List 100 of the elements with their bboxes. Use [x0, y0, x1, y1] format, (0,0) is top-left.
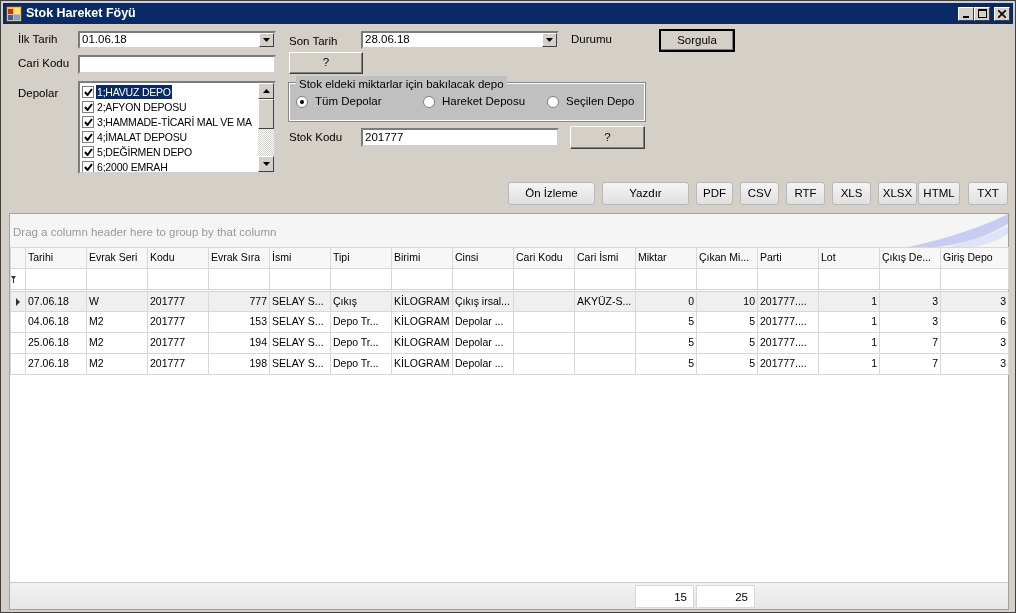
table-cell: KİLOGRAM	[394, 294, 450, 307]
column-header[interactable]: Cari Kodu	[513, 247, 575, 269]
minimize-button[interactable]	[958, 6, 974, 21]
close-icon	[998, 9, 1006, 18]
table-cell: SELAY S...	[272, 294, 324, 307]
input-field[interactable]: 201777	[361, 128, 559, 147]
list-item[interactable]: 2;AFYON DEPOSU	[96, 99, 188, 114]
table-cell: 201777	[150, 336, 186, 349]
minimize-icon	[963, 15, 969, 18]
column-header[interactable]: Çıkan Mi...	[696, 247, 758, 269]
table-cell: 198	[249, 357, 267, 370]
toolbar-button[interactable]: TXT	[968, 182, 1008, 205]
column-header[interactable]: Lot	[818, 247, 880, 269]
list-item[interactable]: 4;İMALAT DEPOSU	[96, 129, 188, 144]
table-cell: 04.06.18	[28, 315, 69, 328]
toolbar-button[interactable]: Ön İzleme	[508, 182, 595, 205]
toolbar-button[interactable]: CSV	[740, 182, 779, 205]
table-cell: 194	[249, 336, 267, 349]
date-dropdown[interactable]: 28.06.18	[361, 31, 559, 49]
list-item[interactable]: 3;HAMMADE-TİCARİ MAL VE MA	[96, 114, 253, 129]
field-label: Durumu	[571, 32, 612, 48]
toolbar-button[interactable]: XLS	[832, 182, 871, 205]
table-cell: 201777....	[760, 294, 807, 307]
column-header[interactable]: İsmi	[269, 247, 331, 269]
column-header[interactable]: Evrak Sıra	[208, 247, 270, 269]
table-cell: 3	[1000, 336, 1006, 349]
list-item[interactable]: 5;DEĞİRMEN DEPO	[96, 144, 194, 159]
option-label: Hareket Deposu	[442, 94, 526, 109]
table-cell: Depolar ...	[455, 357, 504, 370]
table-cell: 1	[871, 336, 877, 349]
lookup-button[interactable]: ?	[289, 52, 363, 74]
table-cell: KİLOGRAM	[394, 315, 450, 328]
table-cell: 5	[688, 336, 694, 349]
radio-button[interactable]	[547, 95, 559, 108]
column-header[interactable]: Evrak Seri	[86, 247, 148, 269]
toolbar-button[interactable]: PDF	[696, 182, 733, 205]
table-cell: 1	[871, 315, 877, 328]
table-cell: Çıkış irsal...	[455, 294, 510, 307]
scroll-down-icon[interactable]	[262, 162, 270, 166]
column-header[interactable]: Giriş Depo	[940, 247, 1009, 269]
checkbox[interactable]	[82, 115, 94, 128]
toolbar-button[interactable]: HTML	[918, 182, 960, 205]
table-cell: 153	[249, 315, 267, 328]
radio-button[interactable]	[423, 95, 435, 108]
toolbar-button[interactable]: Yazdır	[602, 182, 689, 205]
table-cell: 3	[932, 294, 938, 307]
table-cell: 201777....	[760, 357, 807, 370]
checkbox[interactable]	[82, 85, 94, 98]
input-field[interactable]	[78, 54, 276, 74]
checkbox[interactable]	[82, 100, 94, 113]
close-button[interactable]	[994, 6, 1010, 21]
table-cell: 201777	[150, 357, 186, 370]
date-dropdown[interactable]: 01.06.18	[78, 31, 276, 49]
table-cell: SELAY S...	[272, 315, 324, 328]
table-cell: SELAY S...	[272, 357, 324, 370]
table-cell: 07.06.18	[28, 294, 69, 307]
field-label: İlk Tarih	[18, 32, 59, 48]
total-field: 15	[635, 585, 694, 608]
list-item[interactable]: 6;2000 EMRAH	[96, 159, 169, 172]
window-title: Stok Hareket Föyü	[26, 5, 136, 23]
table-cell: 1	[871, 294, 877, 307]
table-cell: 201777	[150, 315, 186, 328]
field-label: Cari Kodu	[18, 56, 71, 72]
table-cell: 3	[932, 315, 938, 328]
radio-button[interactable]	[296, 95, 308, 108]
toolbar-button[interactable]: XLSX	[878, 182, 917, 205]
checkbox[interactable]	[82, 145, 94, 158]
table-cell: 777	[249, 294, 267, 307]
warehouse-list[interactable]: 1;HAVUZ DEPO 2;AFYON DEPOSU 3;HAMMADE-TİCARİ MAL VE MA 4;İMALAT DEPOSU 5;DEĞİRMEN DEPO 6;2000 EMRAH	[78, 81, 276, 174]
row-indicator[interactable]	[10, 290, 26, 312]
list-item[interactable]: 1;HAVUZ DEPO	[96, 84, 172, 99]
table-cell: Depolar ...	[455, 336, 504, 349]
checkbox[interactable]	[82, 160, 94, 172]
table-cell: 5	[749, 357, 755, 370]
table-cell: Depo Tr...	[333, 315, 379, 328]
table-cell: Depo Tr...	[333, 336, 379, 349]
column-header[interactable]: Parti	[757, 247, 819, 269]
column-header[interactable]: Tipi	[330, 247, 392, 269]
lookup-button[interactable]: ?	[570, 126, 645, 149]
toolbar-button[interactable]: RTF	[786, 182, 825, 205]
scroll-up-icon[interactable]	[262, 89, 270, 93]
table-cell: Depo Tr...	[333, 357, 379, 370]
checkbox[interactable]	[82, 130, 94, 143]
column-header[interactable]: Cinsi	[452, 247, 514, 269]
column-header[interactable]: Çıkış De...	[879, 247, 941, 269]
column-header[interactable]: Birimi	[391, 247, 453, 269]
column-header[interactable]: Tarihi	[25, 247, 87, 269]
column-header[interactable]: Kodu	[147, 247, 209, 269]
filter-icon[interactable]	[11, 275, 16, 283]
column-header[interactable]: Cari İsmi	[574, 247, 636, 269]
column-header[interactable]: Miktar	[635, 247, 697, 269]
scrollbar[interactable]	[258, 83, 274, 172]
caret-icon[interactable]	[546, 38, 553, 42]
query-button[interactable]: Sorgula	[659, 29, 735, 52]
field-label: Son Tarih	[289, 34, 339, 50]
app-icon	[6, 5, 22, 22]
caret-icon[interactable]	[263, 38, 270, 42]
table-cell: M2	[89, 315, 104, 328]
table-cell: AKYÜZ-S...	[577, 294, 632, 307]
maximize-button[interactable]	[974, 6, 990, 21]
